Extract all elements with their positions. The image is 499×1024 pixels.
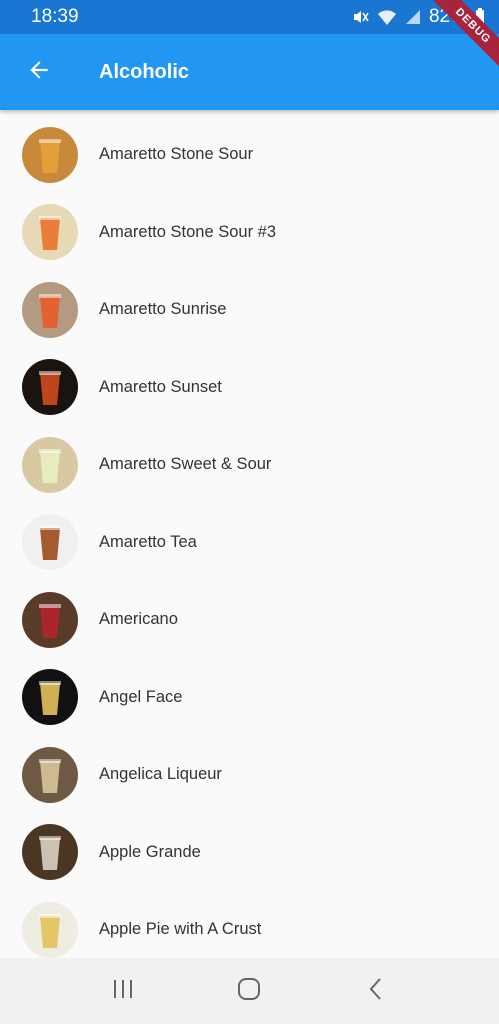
drink-thumbnail <box>22 901 78 958</box>
drink-name: Apple Grande <box>99 842 201 861</box>
drink-thumbnail <box>22 281 78 338</box>
drink-name: Angel Face <box>99 687 183 706</box>
drink-name: Amaretto Stone Sour <box>99 145 254 164</box>
list-item[interactable]: Amaretto Sunset <box>0 349 499 427</box>
list-item[interactable]: Amaretto Sunrise <box>0 271 499 349</box>
status-time: 18:39 <box>31 6 79 27</box>
drink-thumbnail <box>22 824 78 881</box>
recents-icon <box>111 978 135 1005</box>
drink-name: Amaretto Sunset <box>99 377 222 396</box>
home-icon <box>237 977 261 1006</box>
arrow-back-icon <box>26 57 52 88</box>
app-bar: Alcoholic <box>0 34 499 110</box>
list-item[interactable]: Amaretto Stone Sour <box>0 116 499 194</box>
drink-list: Amaretto Stone Sour Amaretto Stone Sour … <box>0 116 499 969</box>
drink-name: Amaretto Stone Sour #3 <box>99 222 277 241</box>
page-title: Alcoholic <box>99 60 190 83</box>
system-nav-bar <box>0 958 499 1024</box>
drink-thumbnail <box>22 204 78 261</box>
home-button[interactable] <box>219 961 279 1021</box>
mute-icon <box>351 8 369 26</box>
signal-icon <box>405 9 421 25</box>
drink-thumbnail <box>22 591 78 648</box>
list-item[interactable]: Amaretto Stone Sour #3 <box>0 194 499 272</box>
drink-name: Apple Pie with A Crust <box>99 920 262 939</box>
drink-name: Amaretto Tea <box>99 532 197 551</box>
drink-thumbnail <box>22 669 78 726</box>
status-bar: 18:39 82% <box>0 0 499 34</box>
drink-name: Amaretto Sunrise <box>99 300 227 319</box>
list-item[interactable]: Apple Pie with A Crust <box>0 891 499 969</box>
list-item[interactable]: Angel Face <box>0 659 499 737</box>
system-back-button[interactable] <box>346 961 406 1021</box>
list-item[interactable]: Apple Grande <box>0 814 499 892</box>
drink-thumbnail <box>22 514 78 571</box>
wifi-icon <box>377 8 397 26</box>
list-item[interactable]: Amaretto Tea <box>0 504 499 582</box>
back-button[interactable] <box>0 34 78 110</box>
drink-thumbnail <box>22 746 78 803</box>
recents-button[interactable] <box>93 961 153 1021</box>
drink-thumbnail <box>22 436 78 493</box>
drink-name: Americano <box>99 610 178 629</box>
drink-thumbnail <box>22 126 78 183</box>
drink-name: Angelica Liqueur <box>99 765 222 784</box>
list-item[interactable]: Americano <box>0 581 499 659</box>
drink-thumbnail <box>22 359 78 416</box>
drink-name: Amaretto Sweet & Sour <box>99 455 272 474</box>
list-item[interactable]: Amaretto Sweet & Sour <box>0 426 499 504</box>
back-chevron-icon <box>366 977 386 1006</box>
list-item[interactable]: Angelica Liqueur <box>0 736 499 814</box>
